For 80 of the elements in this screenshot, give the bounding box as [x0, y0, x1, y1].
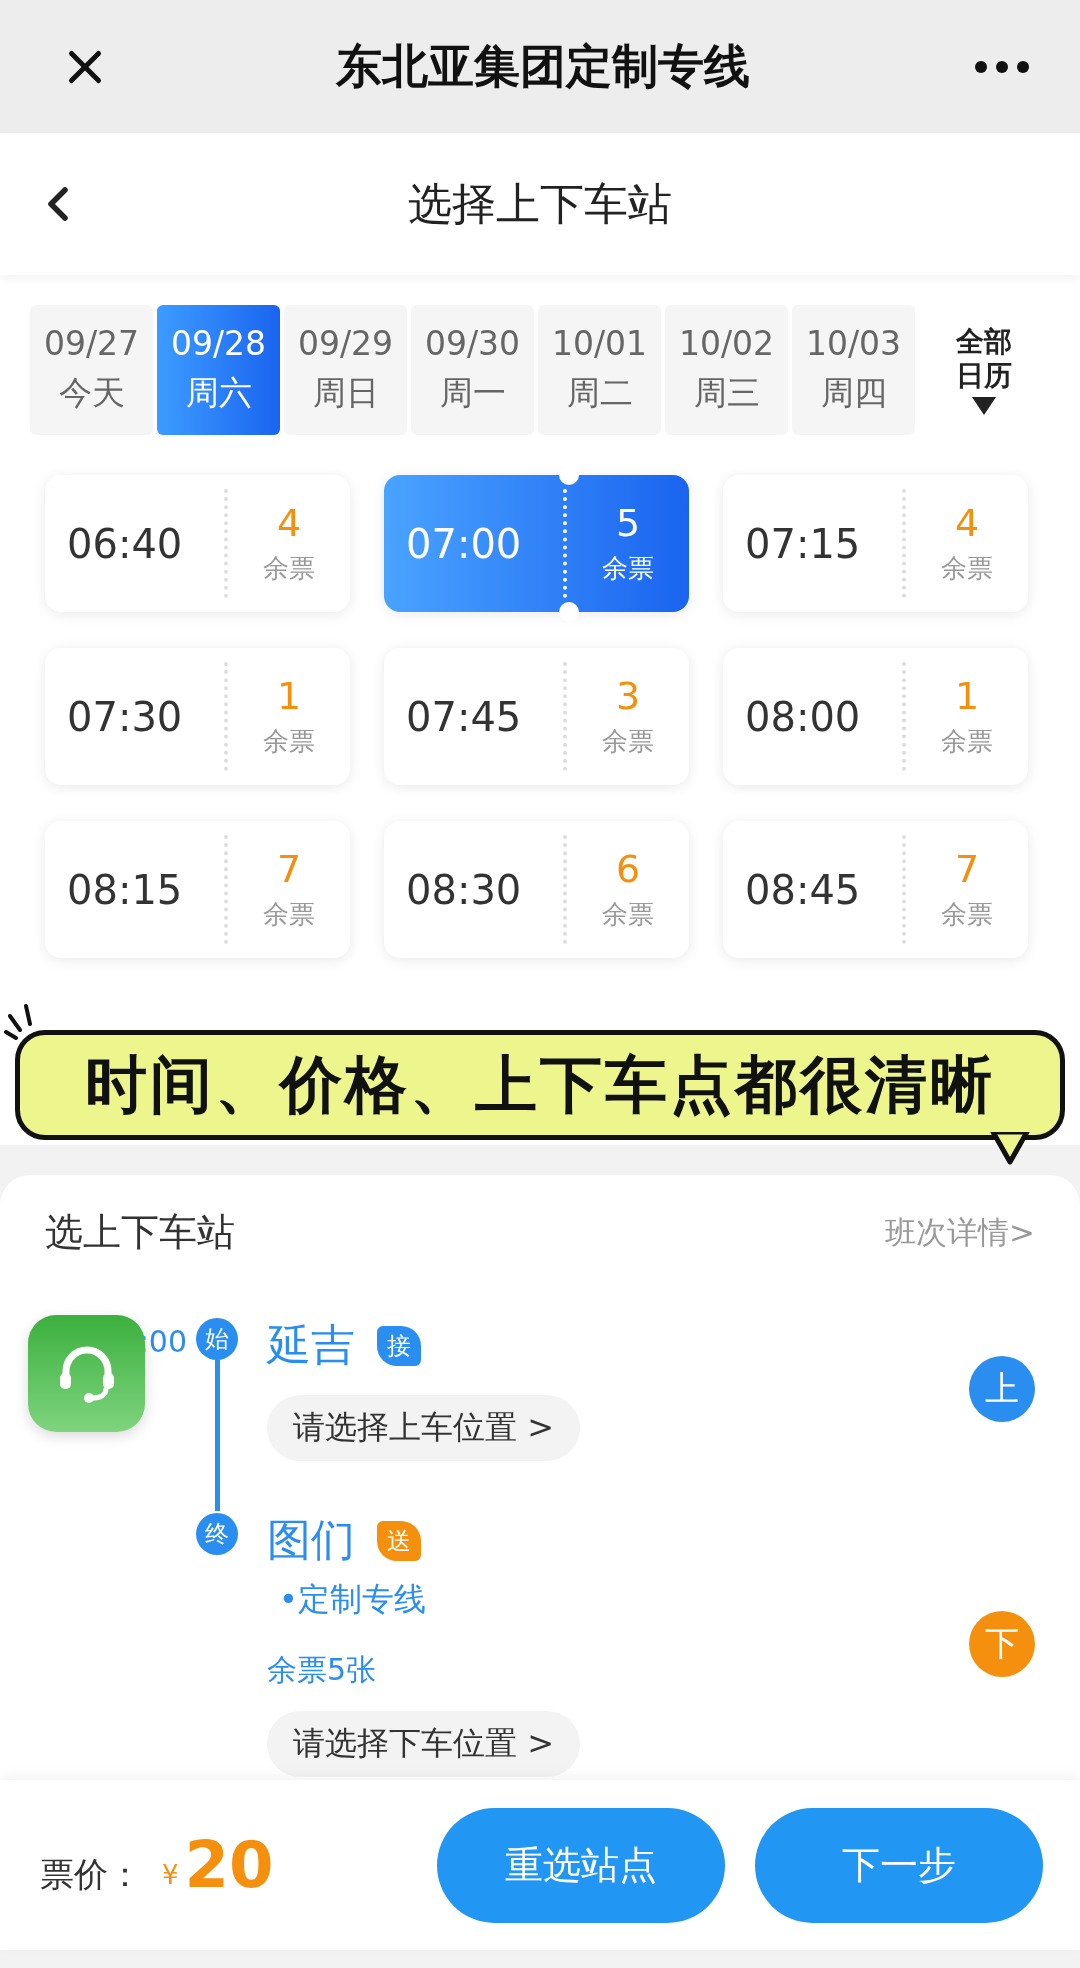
stop-type-badge: 下 [969, 1611, 1035, 1677]
date-tab[interactable]: 10/03 周四 [792, 305, 915, 435]
seat-label: 余票 [263, 725, 315, 758]
weekday-text: 周二 [566, 372, 633, 414]
currency-symbol: ¥ [162, 1860, 179, 1890]
seats-remaining: 余票5张 [267, 1651, 377, 1689]
seat-label: 余票 [263, 898, 315, 931]
weekday-text: 周三 [693, 372, 760, 414]
seat-count: 4 [954, 501, 980, 545]
station-name: 延吉 [267, 1318, 355, 1372]
departure-time: 06:40 [67, 520, 183, 567]
date-text: 10/03 [805, 324, 902, 363]
support-button[interactable] [28, 1315, 145, 1432]
weekday-text: 周六 [185, 372, 252, 414]
trip-card[interactable]: 08:45 7 余票 [723, 821, 1028, 958]
weekday-text: 周一 [439, 372, 506, 414]
weekday-text: 今天 [58, 372, 125, 414]
departure-time: 08:15 [67, 866, 183, 913]
departure-time: 08:00 [745, 693, 861, 740]
stop-type-badge: 上 [969, 1355, 1035, 1422]
window-title: 东北亚集团定制专线 [336, 37, 750, 95]
seat-label: 余票 [263, 552, 315, 585]
seat-label: 余票 [941, 725, 993, 758]
sheet-title: 选上下车站 [45, 1209, 235, 1256]
date-tab[interactable]: 09/29 周日 [284, 305, 407, 435]
seat-label: 余票 [602, 898, 654, 931]
bubble-tail-icon [990, 1132, 1030, 1166]
date-tab[interactable]: 09/28 周六 [157, 305, 280, 435]
trip-card[interactable]: 08:30 6 余票 [384, 821, 689, 958]
seat-label: 余票 [941, 552, 993, 585]
trip-card[interactable]: 08:00 1 余票 [723, 648, 1028, 785]
departure-time: 07:45 [406, 693, 522, 740]
select-position-button[interactable]: 请选择上车位置 > [267, 1395, 580, 1461]
seat-count: 1 [954, 674, 980, 718]
line-name: •定制专线 [279, 1579, 426, 1620]
page-title: 选择上下车站 [407, 176, 673, 231]
date-tab[interactable]: 09/30 周一 [411, 305, 534, 435]
date-text: 09/27 [43, 324, 140, 363]
station-name: 图们 [267, 1513, 355, 1567]
date-tab[interactable]: 09/27 今天 [30, 305, 153, 435]
date-text: 09/30 [424, 324, 521, 363]
price-label: 票价： [40, 1853, 142, 1896]
calendar-link[interactable]: 全部日历 [954, 325, 1014, 393]
date-tab[interactable]: 10/01 周二 [538, 305, 661, 435]
weekday-text: 周日 [312, 372, 379, 414]
departure-time: 08:30 [406, 866, 522, 913]
select-position-button[interactable]: 请选择下车位置 > [267, 1711, 580, 1777]
seat-count: 3 [615, 674, 641, 718]
stop-marker: 始 [196, 1318, 238, 1360]
trip-card[interactable]: 06:40 4 余票 [45, 475, 350, 612]
departure-time: 07:00 [406, 520, 522, 567]
departure-time: 07:30 [67, 693, 183, 740]
seat-label: 余票 [602, 552, 654, 585]
seat-count: 4 [276, 501, 302, 545]
price-value: 20 [184, 1828, 274, 1902]
more-icon[interactable] [974, 59, 1030, 74]
seat-label: 余票 [941, 898, 993, 931]
trip-card[interactable]: 07:15 4 余票 [723, 475, 1028, 612]
departure-time: 08:45 [745, 866, 861, 913]
date-text: 09/29 [297, 324, 394, 363]
seat-count: 7 [276, 847, 302, 891]
service-tag: 接 [377, 1325, 421, 1366]
stop-marker: 终 [196, 1513, 238, 1555]
date-text: 09/28 [170, 324, 267, 363]
date-text: 10/01 [551, 324, 648, 363]
weekday-text: 周四 [820, 372, 887, 414]
date-tab[interactable]: 10/02 周三 [665, 305, 788, 435]
seat-count: 5 [615, 501, 641, 545]
seat-count: 6 [615, 847, 641, 891]
departure-time: 07:15 [745, 520, 861, 567]
service-tag: 送 [377, 1520, 421, 1561]
trip-card[interactable]: 07:30 1 余票 [45, 648, 350, 785]
date-text: 10/02 [678, 324, 775, 363]
caption-banner: 时间、价格、上下车点都很清晰 [15, 1030, 1065, 1140]
trip-card[interactable]: 07:45 3 余票 [384, 648, 689, 785]
trip-card[interactable]: 08:15 7 余票 [45, 821, 350, 958]
dropdown-icon[interactable] [972, 396, 996, 415]
seat-count: 7 [954, 847, 980, 891]
seat-label: 余票 [602, 725, 654, 758]
seat-count: 1 [276, 674, 302, 718]
